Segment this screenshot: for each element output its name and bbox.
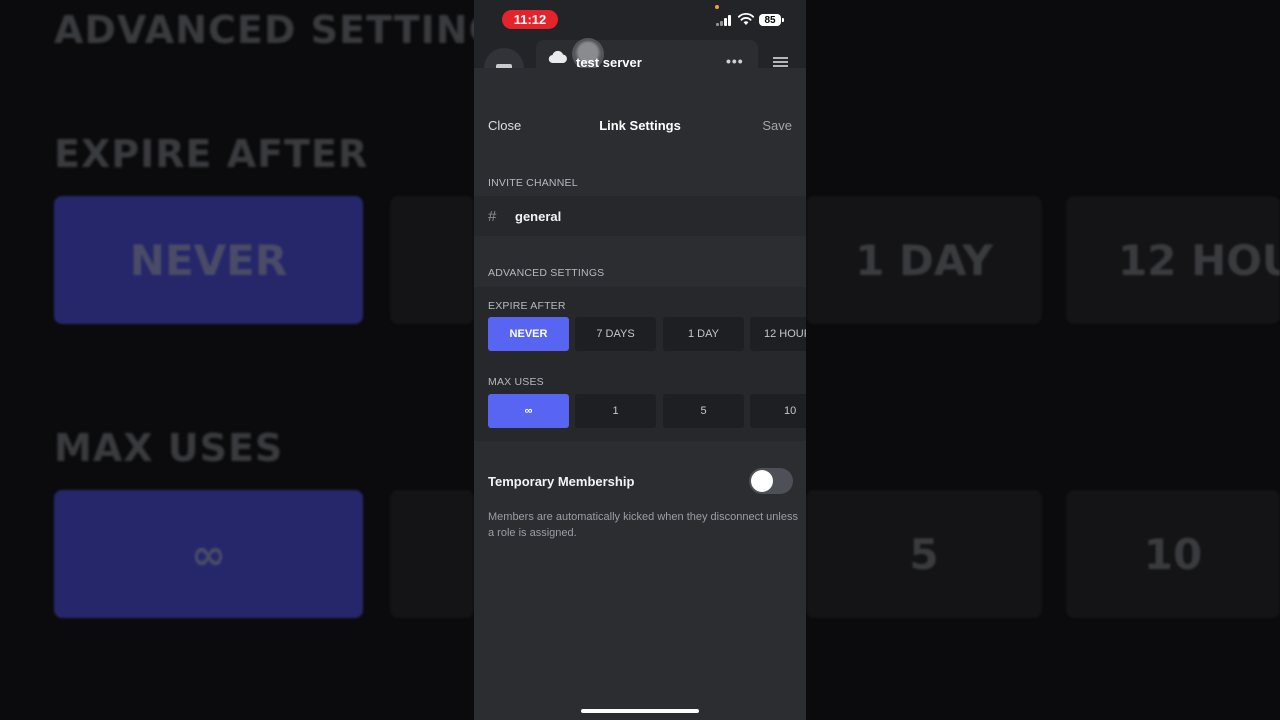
bg-max-heading: MAX USES <box>54 426 284 470</box>
bg-box-partial-2 <box>390 490 474 618</box>
max-uses-option-5[interactable]: 5 <box>663 394 744 428</box>
temporary-membership-label: Temporary Membership <box>488 474 635 489</box>
invite-channel-label: INVITE CHANNEL <box>488 177 578 189</box>
bg-infinity-box: ∞ <box>54 490 363 618</box>
expire-option-7-days[interactable]: 7 DAYS <box>575 317 656 351</box>
expire-option-1-day[interactable]: 1 DAY <box>663 317 744 351</box>
bg-10-box: 10 <box>1066 490 1280 618</box>
advanced-settings-label: ADVANCED SETTINGS <box>488 267 605 279</box>
link-settings-sheet: Close Link Settings Save INVITE CHANNEL … <box>474 68 806 720</box>
max-uses-option-10[interactable]: 10 <box>750 394 806 428</box>
max-uses-label: MAX USES <box>488 376 544 388</box>
wifi-icon <box>737 13 755 25</box>
bg-12hour-box: 12 HOUR <box>1066 196 1280 324</box>
cellular-signal-icon <box>716 14 734 26</box>
status-time: 11:12 <box>502 10 558 29</box>
temporary-membership-description: Members are automatically kicked when th… <box>488 511 798 539</box>
bg-5-box: 5 <box>806 490 1042 618</box>
cloud-icon <box>548 50 567 64</box>
invite-channel-row[interactable]: # general <box>474 196 806 236</box>
page-title: Link Settings <box>599 118 681 133</box>
server-header: test server ••• <box>474 40 806 88</box>
bg-never-box: NEVER <box>54 196 363 324</box>
hash-icon: # <box>488 208 497 225</box>
bg-1day-box: 1 DAY <box>806 196 1042 324</box>
advanced-settings-block: EXPIRE AFTER NEVER 7 DAYS 1 DAY 12 HOUR … <box>474 287 806 441</box>
bg-box-partial <box>390 196 474 324</box>
more-icon[interactable]: ••• <box>726 53 744 69</box>
battery-icon: 85 <box>759 14 784 26</box>
save-button[interactable]: Save <box>762 118 792 133</box>
phone-screen: 11:12 85 test server ••• Close Link Sett… <box>474 0 806 720</box>
toggle-knob <box>751 470 773 492</box>
max-uses-option-infinite[interactable]: ∞ <box>488 394 569 428</box>
bg-advanced-heading: ADVANCED SETTINGS <box>54 8 530 52</box>
privacy-indicator-icon <box>715 5 719 9</box>
expire-option-12-hour[interactable]: 12 HOUR <box>750 317 806 351</box>
bg-expire-heading: EXPIRE AFTER <box>54 132 369 176</box>
status-bar: 11:12 85 <box>474 0 806 40</box>
channel-name: general <box>515 209 562 224</box>
max-uses-option-1[interactable]: 1 <box>575 394 656 428</box>
expire-after-label: EXPIRE AFTER <box>488 300 566 312</box>
temporary-membership-toggle[interactable] <box>749 468 793 494</box>
home-indicator[interactable] <box>581 709 699 713</box>
expire-option-never[interactable]: NEVER <box>488 317 569 351</box>
sheet-header: Close Link Settings Save <box>474 68 806 146</box>
